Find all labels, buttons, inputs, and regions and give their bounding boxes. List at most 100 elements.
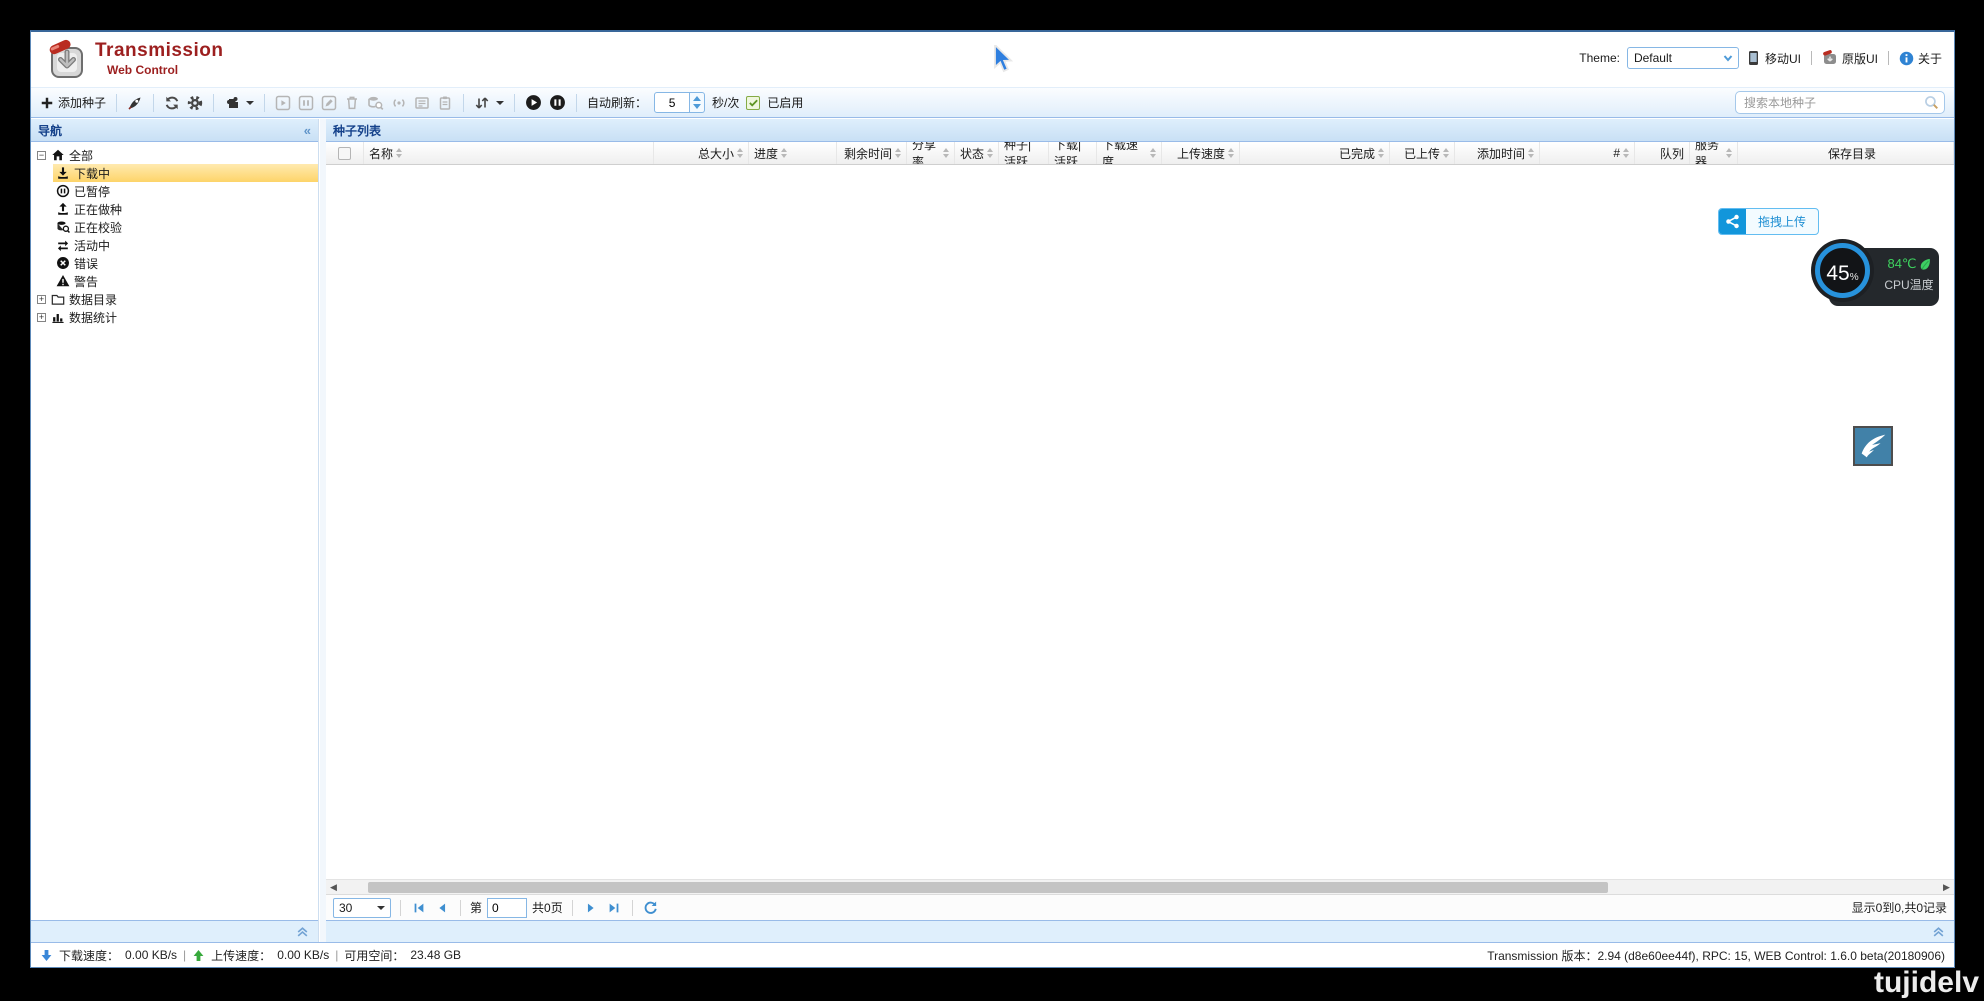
column-header-completed[interactable]: 已完成 <box>1240 142 1390 164</box>
verify-torrent-button[interactable] <box>367 95 384 111</box>
drag-upload-button[interactable]: 拖拽上传 <box>1718 208 1819 235</box>
last-page-button[interactable] <box>605 899 623 917</box>
add-torrent-button[interactable]: 添加种子 <box>40 94 106 111</box>
search-icon[interactable] <box>1924 95 1939 110</box>
column-header-tracker[interactable]: 服务器 <box>1690 142 1738 164</box>
torrent-list-header: 种子列表 <box>326 119 1954 142</box>
sidebar-item-downloading[interactable]: 下载中 <box>37 164 318 182</box>
sidebar-item-label: 数据目录 <box>69 291 117 308</box>
cpu-monitor-widget[interactable]: 45% 84℃ CPU温度 <box>1829 248 1939 306</box>
sidebar-item-checking[interactable]: 正在校验 <box>37 218 318 236</box>
settings-button[interactable] <box>187 95 203 111</box>
auto-refresh-checkbox[interactable] <box>746 96 760 110</box>
column-header-size[interactable]: 总大小 <box>654 142 749 164</box>
torrent-list-panel: 种子列表 名称 总大小 进度 剩余时间 分享率 状态 种子|活跃 下载|活跃 下… <box>326 119 1954 942</box>
select-all-checkbox-cell[interactable] <box>326 142 364 164</box>
search-input[interactable] <box>1744 96 1924 110</box>
sidebar-item-warning[interactable]: 警告 <box>37 272 318 290</box>
column-header-ratio[interactable]: 分享率 <box>907 142 955 164</box>
column-header-uploaded[interactable]: 已上传 <box>1390 142 1455 164</box>
mobile-ui-link[interactable]: 移动UI <box>1746 50 1801 67</box>
next-page-button[interactable] <box>582 899 600 917</box>
theme-select[interactable]: Default <box>1627 47 1739 69</box>
column-header-upload-speed[interactable]: 上传速度 <box>1162 142 1240 164</box>
scroll-left-icon[interactable]: ◀ <box>326 880 341 895</box>
column-header-id[interactable]: # <box>1540 142 1635 164</box>
start-selected-button[interactable] <box>275 95 291 111</box>
sort-arrows-icon <box>1150 148 1156 158</box>
drag-upload-label: 拖拽上传 <box>1746 213 1818 230</box>
step-up-icon <box>693 96 701 101</box>
copy-path-button[interactable] <box>437 95 453 111</box>
total-pages-label: 共0页 <box>532 899 563 916</box>
pause-all-button[interactable] <box>549 94 566 111</box>
sidebar-item-active[interactable]: 活动中 <box>37 236 318 254</box>
pagination-bar: 30 第 共0页 显示0到0,共0记录 <box>326 894 1954 920</box>
collapse-up-icon[interactable] <box>1932 925 1945 938</box>
collapse-box-icon[interactable]: − <box>37 151 46 160</box>
sort-arrows-icon <box>1623 148 1629 158</box>
pause-selected-button[interactable] <box>298 95 314 111</box>
expand-box-icon[interactable]: + <box>37 313 46 322</box>
expand-box-icon[interactable]: + <box>37 295 46 304</box>
horizontal-scrollbar[interactable]: ◀ ▶ <box>326 879 1954 894</box>
auto-refresh-input[interactable] <box>654 92 690 113</box>
edit-torrent-button[interactable] <box>321 95 337 111</box>
column-header-download-speed[interactable]: 下载速度 <box>1097 142 1162 164</box>
select-all-checkbox[interactable] <box>338 147 351 160</box>
column-header-progress[interactable]: 进度 <box>749 142 837 164</box>
divider <box>400 900 401 916</box>
about-link[interactable]: 关于 <box>1899 50 1942 67</box>
prev-page-button[interactable] <box>433 899 451 917</box>
sidebar-item-all[interactable]: − 全部 <box>37 146 318 164</box>
sidebar-item-error[interactable]: 错误 <box>37 254 318 272</box>
divider <box>213 94 214 112</box>
column-header-peers-active[interactable]: 下载|活跃 <box>1049 142 1097 164</box>
reload-button[interactable] <box>164 95 180 111</box>
column-header-seeds-active[interactable]: 种子|活跃 <box>999 142 1049 164</box>
remove-torrent-button[interactable] <box>344 95 360 111</box>
cpu-usage-gauge: 45% <box>1815 243 1870 298</box>
page-size-select[interactable]: 30 <box>333 898 391 918</box>
announce-button[interactable] <box>391 95 407 111</box>
checking-icon <box>55 220 70 235</box>
column-header-name[interactable]: 名称 <box>364 142 654 164</box>
original-ui-label: 原版UI <box>1842 50 1878 67</box>
sort-arrows-icon <box>737 148 743 158</box>
sidebar-collapse-icon[interactable]: « <box>304 123 311 138</box>
original-ui-link[interactable]: 原版UI <box>1822 50 1878 67</box>
column-header-queue[interactable]: 队列 <box>1635 142 1690 164</box>
column-header-save-path[interactable]: 保存目录 <box>1738 142 1954 164</box>
sidebar-item-label: 正在做种 <box>74 201 122 218</box>
page-number-input[interactable] <box>487 898 527 918</box>
torrent-list-body[interactable] <box>326 165 1954 879</box>
sidebar-item-label: 错误 <box>74 255 98 272</box>
add-url-button[interactable] <box>127 95 143 111</box>
mobile-phone-icon <box>1746 50 1761 66</box>
sidebar-item-statistics[interactable]: + 数据统计 <box>37 308 318 326</box>
column-header-added-time[interactable]: 添加时间 <box>1455 142 1540 164</box>
column-header-remaining-time[interactable]: 剩余时间 <box>837 142 907 164</box>
scroll-right-icon[interactable]: ▶ <box>1939 880 1954 895</box>
sidebar-item-paused[interactable]: 已暂停 <box>37 182 318 200</box>
plugin-menu-button[interactable] <box>224 95 254 111</box>
sidebar-item-label: 全部 <box>69 147 93 164</box>
detail-list-icon <box>414 95 430 111</box>
refresh-page-button[interactable] <box>642 899 660 917</box>
collapse-up-icon[interactable] <box>296 925 309 938</box>
column-header-status[interactable]: 状态 <box>955 142 999 164</box>
divider <box>153 94 154 112</box>
first-page-button[interactable] <box>410 899 428 917</box>
bird-shortcut-widget[interactable] <box>1853 426 1893 466</box>
start-all-button[interactable] <box>525 94 542 111</box>
auto-refresh-stepper[interactable] <box>690 92 705 113</box>
sidebar-item-seeding[interactable]: 正在做种 <box>37 200 318 218</box>
scrollbar-thumb[interactable] <box>368 882 1608 893</box>
sidebar-item-data-dirs[interactable]: + 数据目录 <box>37 290 318 308</box>
info-icon <box>1899 51 1914 66</box>
theme-select-value: Default <box>1634 51 1672 65</box>
nav-tree: − 全部 下载中 已暂停 正在做种 <box>31 142 318 326</box>
sort-menu-button[interactable] <box>474 95 504 111</box>
detail-button[interactable] <box>414 95 430 111</box>
refresh-icon <box>164 95 180 111</box>
